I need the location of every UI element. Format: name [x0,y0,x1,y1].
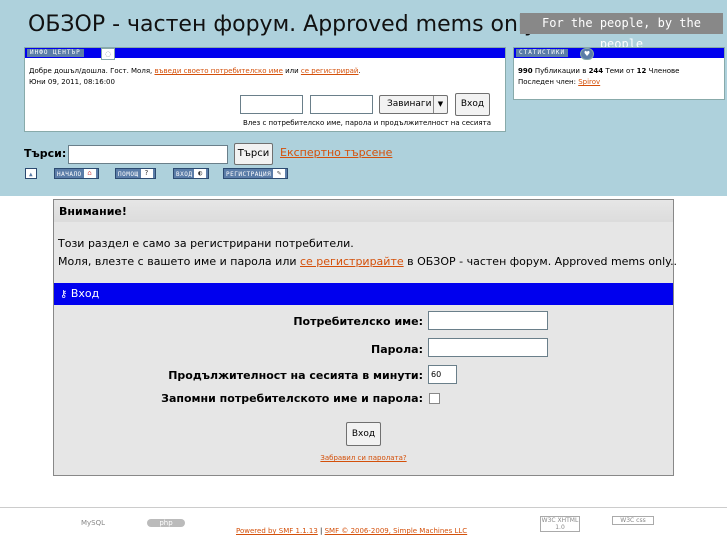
quick-login-button[interactable]: Вход [455,93,490,116]
search-input[interactable] [68,145,228,164]
latest-member-line: Последен член: Spirov [518,78,600,86]
powered-by-link[interactable]: Powered by SMF 1.1.13 [236,527,318,535]
nav-login-button[interactable]: ВХОД ◐ [173,168,210,179]
topics-text: Теми от [603,67,637,75]
session-length-label: Продължителност на сесията в минути: [168,369,423,382]
home-icon: ⌂ [83,169,96,178]
nav-home-button[interactable]: НАЧАЛО ⌂ [54,168,99,179]
welcome-text: Добре дошъл/дошла. Гост. Моля, [29,67,155,75]
info-center-bar: ИНФО ЦЕНТЪР [25,48,505,58]
session-length-input[interactable]: 60 [428,365,457,384]
header-area: ОБЗОР - частен форум. Approved mems only… [0,0,727,196]
stats-panel: СТАТИСТИКИ ♥ 990 Публикации в 244 Теми о… [513,47,725,100]
register-icon: ✎ [273,169,286,178]
quick-username-input[interactable] [240,95,303,114]
login-submit-button[interactable]: Вход [346,422,381,446]
nav-home-label: НАЧАЛО [57,171,82,178]
nav-register-label: РЕГИСТРАЦИЯ [226,171,272,178]
forum-title: ОБЗОР - частен форум. Approved mems only… [28,12,541,37]
post-count: 990 [518,67,533,75]
help-icon: ? [140,169,153,178]
quick-password-input[interactable] [310,95,373,114]
nav-login-label: ВХОД [176,171,193,178]
search-label: Търси: [24,147,67,160]
posts-text: Публикации в [532,67,589,75]
search-button[interactable]: Търси [234,143,273,165]
login-form-title: Вход [70,287,100,300]
footer-links: Powered by SMF 1.1.13 | SMF © 2006-2009,… [236,527,467,535]
latest-member-label: Последен член: [518,78,579,86]
slogan-banner: For the people, by the people [520,13,723,51]
remember-checkbox[interactable] [429,393,440,404]
php-logo[interactable]: php [147,519,185,527]
chevron-down-icon: ▼ [433,96,447,113]
footer-separator: | [317,527,325,535]
notice-title: Внимание! [54,200,673,222]
topic-count: 244 [588,67,604,75]
or-text: или [282,67,301,75]
forgot-password-link[interactable]: Забравил си паролата? [54,454,673,462]
username-label: Потребителско име: [293,315,423,328]
info-center-tab: ИНФО ЦЕНТЪР [27,49,84,57]
notice-register-link[interactable]: се регистрирайте [300,255,404,268]
collapse-icon[interactable]: ◌ [101,48,115,60]
key-icon: ⚷ [60,289,68,300]
period-text: . [358,67,361,75]
collapse-icon[interactable]: ♥ [580,48,594,60]
advanced-search-link[interactable]: Експертно търсене [280,146,392,159]
login-link[interactable]: въведи своето потребителско име [154,67,282,75]
copyright-link[interactable]: SMF © 2006-2009, Simple Machines LLC [325,527,468,535]
current-date: Юни 09, 2011, 08:16:00 [29,78,115,86]
latest-member-link[interactable]: Spirov [578,78,600,86]
xhtml-badge[interactable]: W3C XHTML 1.0 [540,516,580,532]
notice-line-2: Моля, влезте с вашето име и парола или с… [58,255,677,268]
nav-help-button[interactable]: ПОМОЩ? [115,168,156,179]
members-text: Членове [646,67,680,75]
login-form-bar: ⚷ Вход [54,283,673,305]
username-input[interactable] [428,311,548,330]
login-required-box: Внимание! Този раздел е само за регистри… [53,199,677,476]
stats-tab: СТАТИСТИКИ [516,49,569,57]
collapse-header-icon[interactable]: ▲ [25,168,37,179]
info-center-panel: ИНФО ЦЕНТЪР ◌ Добре дошъл/дошла. Гост. М… [24,47,506,132]
stats-bar: СТАТИСТИКИ [514,48,724,58]
password-input[interactable] [428,338,548,357]
welcome-line: Добре дошъл/дошла. Гост. Моля, въведи св… [29,67,361,75]
member-count: 12 [636,67,647,75]
login-hint: Влез с потребителско име, парола и продъ… [242,119,491,127]
session-duration-select[interactable]: Завинаги ▼ [379,95,448,114]
register-link[interactable]: се регистрирай [301,67,359,75]
notice-prefix: Моля, влезте с вашето име и парола или [58,255,300,268]
session-duration-value: Завинаги [387,99,432,109]
footer: MySQL php Powered by SMF 1.1.13 | SMF © … [0,507,727,545]
notice-line-1: Този раздел е само за регистрирани потре… [58,237,354,250]
notice-suffix: в ОБЗОР - частен форум. Approved mems on… [403,255,678,268]
remember-label: Запомни потребителското име и парола: [161,392,423,405]
stats-line: 990 Публикации в 244 Теми от 12 Членове [518,67,680,75]
mysql-logo[interactable]: MySQL [78,519,108,527]
login-icon: ◐ [194,169,207,178]
password-label: Парола: [371,343,423,356]
nav-help-label: ПОМОЩ [118,171,139,178]
nav-register-button[interactable]: РЕГИСТРАЦИЯ ✎ [223,168,289,179]
css-badge[interactable]: W3C css [612,516,654,525]
